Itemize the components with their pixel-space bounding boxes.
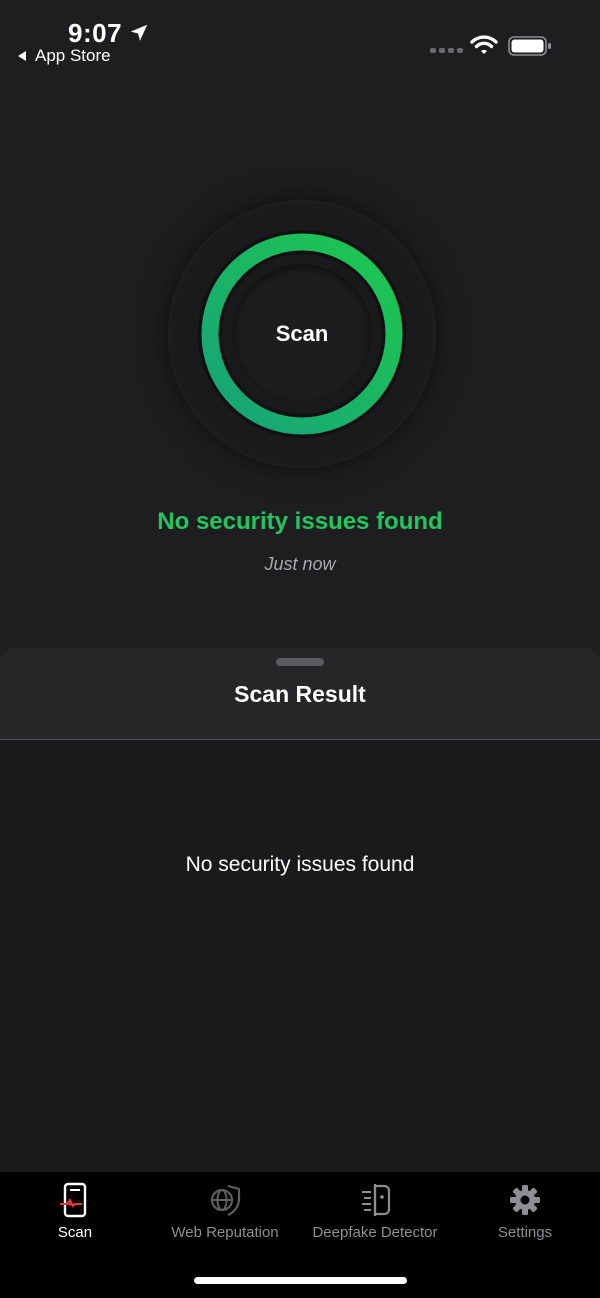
tab-settings[interactable]: Settings: [450, 1182, 600, 1252]
scan-result-sheet: Scan Result No security issues found: [0, 648, 600, 1172]
globe-shield-icon: [210, 1184, 241, 1217]
status-bar: 9:07 App Store: [0, 0, 600, 80]
scan-status-text: No security issues found: [157, 508, 443, 535]
tab-web-reputation[interactable]: Web Reputation: [150, 1182, 300, 1252]
tab-label: Deepfake Detector: [312, 1224, 438, 1241]
back-to-app-store[interactable]: App Store: [18, 46, 111, 66]
sheet-drag-handle[interactable]: [276, 658, 324, 666]
sheet-header[interactable]: Scan Result: [0, 648, 600, 740]
tab-label: Web Reputation: [171, 1224, 279, 1241]
tab-deepfake-detector[interactable]: Deepfake Detector: [300, 1182, 450, 1252]
status-time: 9:07: [68, 18, 123, 48]
gear-icon: [510, 1185, 540, 1215]
tab-label: Scan: [57, 1224, 93, 1241]
back-app-label: App Store: [35, 46, 111, 65]
scan-result-message: No security issues found: [185, 853, 415, 876]
tab-label: Settings: [497, 1224, 553, 1241]
battery-icon: [508, 36, 551, 56]
sheet-title: Scan Result: [234, 681, 366, 707]
scan-button[interactable]: Scan: [232, 264, 372, 404]
scan-button-label: Scan: [275, 321, 329, 346]
app-screen: 9:07 App Store Scan No security issues f…: [0, 0, 600, 1298]
location-arrow-icon: [130, 24, 148, 41]
home-indicator[interactable]: [194, 1277, 407, 1284]
scan-phone-icon: [60, 1182, 87, 1218]
deepfake-icon: [362, 1184, 391, 1216]
tab-scan[interactable]: Scan: [0, 1182, 150, 1252]
wifi-icon: [470, 35, 498, 54]
cellular-signal-icon: [430, 48, 463, 53]
last-scan-time: Just now: [264, 554, 336, 574]
back-triangle-icon: [18, 51, 26, 61]
